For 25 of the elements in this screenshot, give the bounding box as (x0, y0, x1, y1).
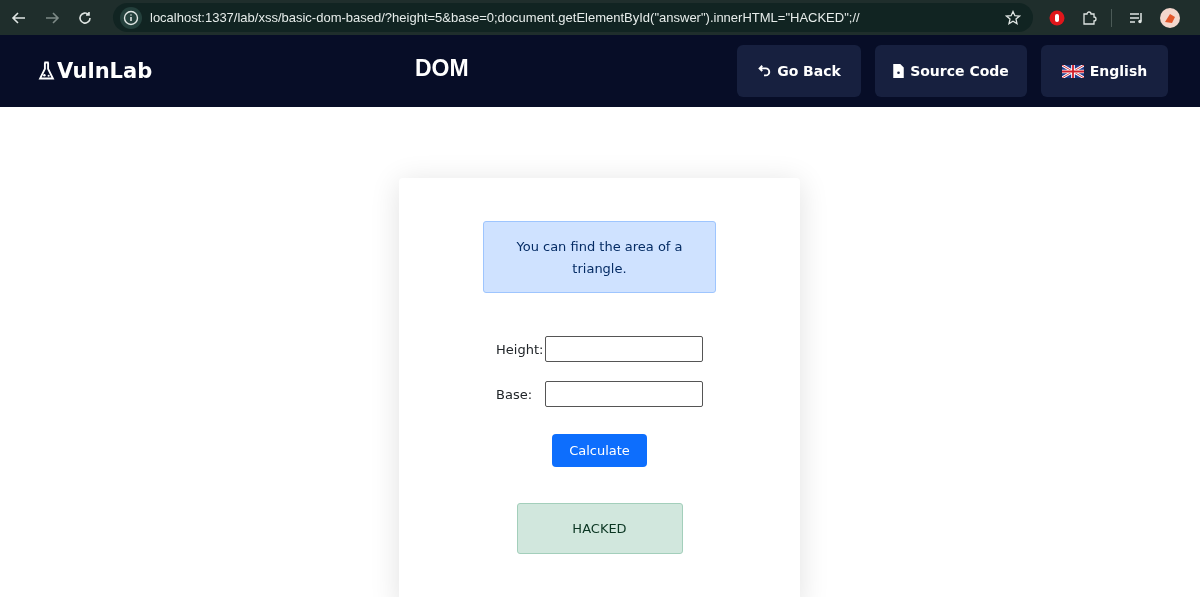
avatar-icon[interactable] (1160, 7, 1180, 28)
page-title: DOM (415, 55, 469, 82)
logo-text: VulnLab (57, 59, 153, 83)
info-icon[interactable] (120, 6, 142, 29)
file-icon (893, 64, 905, 78)
flask-icon (38, 60, 55, 82)
language-button[interactable]: English (1041, 45, 1168, 97)
source-code-button[interactable]: Source Code (875, 45, 1027, 97)
calculate-button[interactable]: Calculate (552, 434, 647, 467)
answer-alert: HACKED (516, 503, 683, 554)
url-text: localhost:1337/lab/xss/basic-dom-based/?height=5&base=0;document.getElementById("answer").innerHTML="HACKED";// (150, 10, 861, 25)
flag-icon (1061, 64, 1084, 78)
back-arrow-icon[interactable] (11, 9, 27, 26)
field-label: Height: (496, 341, 545, 357)
undo-arrow-icon (757, 64, 772, 78)
address-bar[interactable]: localhost:1337/lab/xss/basic-dom-based/?height=5&base=0;document.getElementById("answer").innerHTML="HACKED";// (113, 3, 1033, 32)
star-icon[interactable] (1005, 9, 1021, 26)
reload-icon[interactable] (77, 9, 93, 26)
back-button[interactable]: Go Back (737, 45, 861, 97)
puzzle-icon[interactable] (1081, 9, 1097, 26)
input-field[interactable] (545, 336, 703, 362)
forward-arrow-icon[interactable] (44, 9, 60, 26)
input-field[interactable] (545, 381, 703, 407)
field-label: Base: (496, 386, 534, 402)
info-alert: You can find the area of a triangle. (483, 221, 716, 293)
